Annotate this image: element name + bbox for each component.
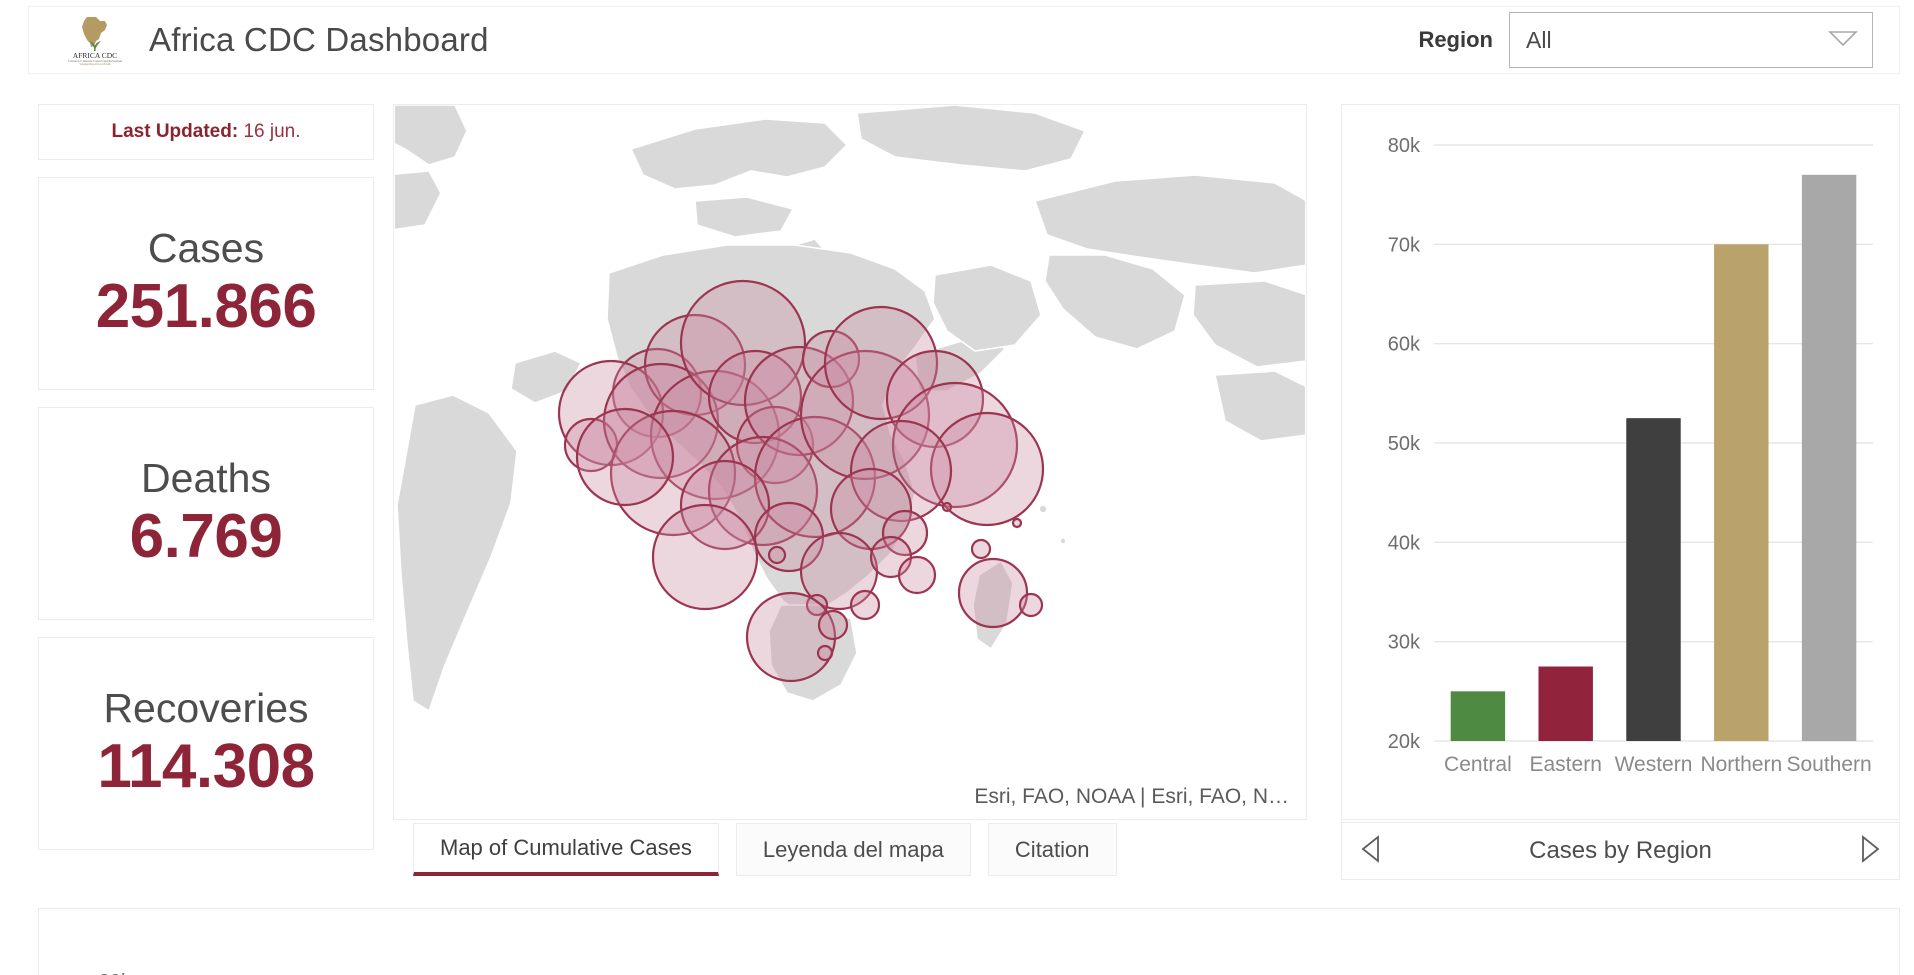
chart-title: Cases by Region bbox=[1529, 837, 1712, 864]
world-map-graphic bbox=[395, 105, 1305, 819]
bottom-timeseries-chart: 80k bbox=[99, 971, 132, 975]
last-updated-text: Last Updated: 16 jun. bbox=[111, 121, 300, 143]
dashboard-root: AFRICA CDC Centres for Disease Control a… bbox=[0, 0, 1914, 975]
kpi-label-deaths: Deaths bbox=[141, 455, 271, 502]
x-axis-category-label: Eastern bbox=[1530, 753, 1602, 776]
y-axis-tick-label: 60k bbox=[1388, 334, 1421, 356]
y-axis-tick-label: 70k bbox=[1388, 234, 1421, 256]
bar-central[interactable] bbox=[1450, 691, 1506, 741]
y-axis-tick-label: 20k bbox=[1388, 731, 1421, 753]
triangle-right-icon[interactable] bbox=[1859, 834, 1881, 869]
tab-leyenda-del-mapa[interactable]: Leyenda del mapa bbox=[735, 823, 971, 876]
tab-citation[interactable]: Citation bbox=[987, 823, 1117, 876]
last-updated-card: Last Updated: 16 jun. bbox=[38, 104, 374, 160]
kpi-label-recoveries: Recoveries bbox=[103, 685, 309, 732]
bar-eastern[interactable] bbox=[1538, 666, 1593, 742]
x-axis-category-label: Northern bbox=[1700, 753, 1782, 776]
bottom-chart-panel: 80k bbox=[38, 908, 1900, 975]
y-axis-tick-label: 40k bbox=[1388, 532, 1421, 554]
map-attribution: Esri, FAO, NOAA | Esri, FAO, N… bbox=[970, 784, 1293, 810]
chart-footer: Cases by Region bbox=[1341, 822, 1900, 880]
last-updated-value: 16 jun. bbox=[243, 121, 301, 142]
bar-western[interactable] bbox=[1626, 418, 1681, 741]
last-updated-label: Last Updated: bbox=[111, 121, 239, 142]
map-panel[interactable]: Esri, FAO, NOAA | Esri, FAO, N… bbox=[393, 104, 1307, 820]
triangle-left-icon[interactable] bbox=[1360, 834, 1382, 869]
region-filter-label: Region bbox=[1418, 27, 1493, 52]
app-header: AFRICA CDC Centres for Disease Control a… bbox=[28, 6, 1900, 74]
y-axis-tick-label: 80k bbox=[1388, 135, 1421, 157]
cases-by-region-bar-chart: 20k 30k 40k 50k 60k 70k 80k Central Eastern Weste… bbox=[1388, 135, 1873, 776]
y-axis-tick-label: 30k bbox=[1388, 632, 1421, 654]
y-axis-tick-label: 50k bbox=[1388, 433, 1421, 455]
header-controls: Region All bbox=[1418, 7, 1899, 73]
kpi-label-cases: Cases bbox=[147, 225, 265, 272]
region-select-value: All bbox=[1526, 26, 1552, 53]
y-axis-tick-label: 80k bbox=[99, 971, 132, 975]
tab-label: Citation bbox=[1014, 836, 1090, 862]
kpi-card-recoveries: Recoveries 114.308 bbox=[38, 637, 374, 850]
map-canvas[interactable]: Esri, FAO, NOAA | Esri, FAO, N… bbox=[395, 105, 1305, 819]
kpi-card-cases: Cases 251.866 bbox=[38, 177, 374, 390]
kpi-value-recoveries: 114.308 bbox=[97, 732, 315, 802]
x-axis-category-label: Central bbox=[1444, 753, 1512, 776]
kpi-value-deaths: 6.769 bbox=[129, 502, 283, 572]
africa-cdc-logo: AFRICA CDC Centres for Disease Control a… bbox=[59, 12, 131, 68]
kpi-card-deaths: Deaths 6.769 bbox=[38, 407, 374, 620]
svg-text:Safeguarding Africa's Health: Safeguarding Africa's Health bbox=[79, 63, 111, 66]
x-axis-category-label: Southern bbox=[1786, 753, 1871, 776]
africa-cdc-logo-icon: AFRICA CDC Centres for Disease Control a… bbox=[68, 17, 122, 66]
bar-southern[interactable] bbox=[1801, 174, 1857, 742]
tab-label: Map of Cumulative Cases bbox=[440, 835, 692, 860]
chevron-down-icon bbox=[1828, 29, 1858, 52]
region-select[interactable]: All bbox=[1509, 12, 1873, 68]
page-title: Africa CDC Dashboard bbox=[149, 21, 489, 58]
map-tab-bar: Map of Cumulative Cases Leyenda del mapa… bbox=[413, 820, 1134, 876]
kpi-sidebar: Last Updated: 16 jun. Cases 251.866 Deat… bbox=[38, 104, 374, 867]
bar-northern[interactable] bbox=[1714, 244, 1769, 742]
tab-label: Leyenda del mapa bbox=[762, 836, 944, 862]
cases-by-region-chart-panel: 20k 30k 40k 50k 60k 70k 80k Central Eastern Weste… bbox=[1341, 104, 1900, 820]
tab-map-of-cumulative-cases[interactable]: Map of Cumulative Cases bbox=[413, 823, 719, 876]
x-axis-category-label: Western bbox=[1615, 753, 1693, 776]
kpi-value-cases: 251.866 bbox=[95, 272, 317, 342]
